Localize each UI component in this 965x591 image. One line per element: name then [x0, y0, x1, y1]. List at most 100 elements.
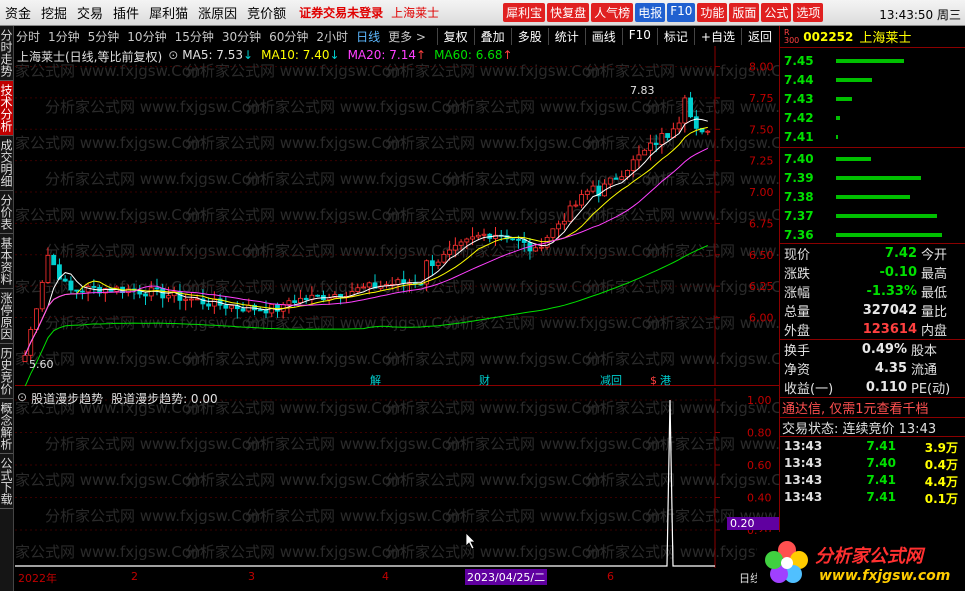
draw-line-button[interactable]: 画线	[584, 27, 622, 45]
event-marker[interactable]: 减回	[600, 374, 622, 386]
indicator-collapse-icon[interactable]: ⊙	[17, 390, 27, 407]
period-daily[interactable]: 日线	[356, 28, 380, 45]
period-30min[interactable]: 30分钟	[222, 28, 261, 45]
ask-level[interactable]: 7.43	[780, 90, 965, 109]
multi-stock-button[interactable]: 多股	[510, 27, 548, 45]
period-1min[interactable]: 1分钟	[48, 28, 80, 45]
function-button[interactable]: 功能	[697, 3, 728, 22]
back-button[interactable]: 返回	[740, 27, 778, 45]
bid-level[interactable]: 7.38	[780, 188, 965, 207]
watermark-text: 分析家公式网 www.fxjgsw.Com	[585, 471, 779, 489]
collapse-icon[interactable]: ⊙	[168, 48, 178, 65]
tab-basic-info[interactable]: 基本资料	[0, 234, 13, 289]
options-button[interactable]: 选项	[793, 3, 824, 22]
period-5min[interactable]: 5分钟	[88, 28, 120, 45]
menu-funds[interactable]: 资金	[0, 3, 36, 22]
ask-level[interactable]: 7.44	[780, 71, 965, 90]
period-15min[interactable]: 15分钟	[175, 28, 214, 45]
overlay-button[interactable]: 叠加	[473, 27, 511, 45]
menu-xilimao[interactable]: 犀利猫	[144, 3, 193, 22]
watermark-text: 分析家公式网 www.fxjgsw.Com	[385, 399, 606, 417]
candle-body	[556, 223, 562, 230]
event-marker[interactable]: $	[650, 374, 657, 386]
ask-level[interactable]: 7.45	[780, 52, 965, 71]
tab-technical[interactable]: 技术分析	[0, 81, 13, 136]
kline-chart[interactable]: 分析家公式网 www.fxjgsw.Com 分析家公式网 www.fxjgsw.C…	[15, 46, 779, 386]
tab-price-table[interactable]: 分价表	[0, 191, 13, 234]
tab-history-auction[interactable]: 历史竞价	[0, 344, 13, 399]
ad-banner[interactable]: 通达信, 仅需1元查看千档	[780, 397, 965, 417]
candle-body	[361, 286, 366, 289]
xilibao-button[interactable]: 犀利宝	[503, 3, 546, 22]
bid-level[interactable]: 7.39	[780, 169, 965, 188]
logo-url: www.fxjgsw.com	[819, 568, 951, 584]
menu-trade[interactable]: 交易	[72, 3, 108, 22]
bid-price: 7.39	[784, 171, 814, 185]
ask-level[interactable]: 7.42	[780, 109, 965, 128]
candle-body	[470, 236, 475, 240]
event-marker[interactable]: 财	[479, 373, 490, 386]
popularity-button[interactable]: 人气榜	[591, 3, 634, 22]
candle-body	[584, 190, 590, 195]
event-markers: 解 财 减回 $ 港	[370, 373, 671, 386]
kline-header: 上海莱士(日线,等比前复权) ⊙ MA5: 7.53 ↓ MA10: 7.40 ↓ …	[17, 48, 513, 65]
candle-body	[516, 239, 521, 241]
tab-formula-download[interactable]: 公式下载	[0, 454, 13, 509]
bid-price: 7.40	[784, 152, 814, 166]
period-more[interactable]: 更多 >	[388, 28, 426, 45]
statistics-button[interactable]: 统计	[547, 27, 585, 45]
period-60min[interactable]: 60分钟	[269, 28, 308, 45]
quote-label: 涨幅	[784, 286, 811, 301]
bid-price: 7.37	[784, 209, 814, 223]
tab-trade-detail[interactable]: 成交明细	[0, 136, 13, 191]
kline-panel[interactable]: 分析家公式网 www.fxjgsw.Com 分析家公式网 www.fxjgsw.C…	[15, 46, 779, 386]
indicator-panel[interactable]: 分析家公式网 www.fxjgsw.Com 分析家公式网 www.fxjgsw.C…	[15, 388, 779, 568]
candle-body	[441, 253, 447, 263]
tick-row: 13:43 7.41 3.9万	[780, 439, 965, 456]
formula-button[interactable]: 公式	[761, 3, 792, 22]
period-intraday[interactable]: 分时	[16, 28, 40, 45]
candle-body	[567, 205, 573, 222]
menu-limit-reason[interactable]: 涨原因	[193, 3, 242, 22]
watermark-text: 分析家公式网 www.fxjgsw.Com	[185, 278, 406, 296]
bid-price: 7.38	[784, 190, 814, 204]
kline-title: 上海莱士(日线,等比前复权)	[17, 50, 163, 64]
period-10min[interactable]: 10分钟	[127, 28, 166, 45]
y-tick-label: 7.00	[749, 186, 774, 199]
candle-body	[298, 297, 303, 303]
xaxis-label-year: 2022年	[18, 572, 57, 585]
menu-auction-amount[interactable]: 竞价额	[242, 3, 291, 22]
toolbar-f10-button[interactable]: F10	[621, 27, 657, 45]
add-watchlist-button[interactable]: +自选	[693, 27, 741, 45]
tab-intraday[interactable]: 分时走势	[0, 26, 13, 81]
bid-volume-bar	[836, 176, 921, 180]
menu-mining[interactable]: 挖掘	[36, 3, 72, 22]
bid-level[interactable]: 7.36	[780, 226, 965, 245]
tab-concept[interactable]: 概念解析	[0, 399, 13, 454]
bid-level[interactable]: 7.37	[780, 207, 965, 226]
quick-review-button[interactable]: 快复盘	[547, 3, 590, 22]
event-marker[interactable]: 解	[370, 373, 381, 386]
tick-time: 13:43	[784, 456, 823, 470]
layout-button[interactable]: 版面	[729, 3, 760, 22]
f10-button[interactable]: F10	[667, 3, 696, 22]
quote-label-2: 今开	[921, 248, 948, 263]
candle-body	[705, 130, 711, 133]
bid-level[interactable]: 7.40	[780, 150, 965, 169]
period-2hour[interactable]: 2小时	[316, 28, 348, 45]
menu-plugins[interactable]: 插件	[108, 3, 144, 22]
login-notice[interactable]: 证券交易未登录	[299, 4, 383, 21]
ask-level[interactable]: 7.41	[780, 128, 965, 147]
telegraph-button[interactable]: 电报	[635, 3, 666, 22]
tick-time: 13:43	[784, 490, 823, 504]
quote-header: R 300 002252 上海莱士	[780, 26, 965, 48]
event-marker[interactable]: 港	[660, 374, 671, 386]
ma60-up-icon: ↑	[502, 48, 513, 62]
watermark-text: 分析家公式网 www.fxjgsw.Com	[245, 170, 466, 188]
ask-price: 7.41	[784, 130, 814, 144]
indicator-chart[interactable]: 分析家公式网 www.fxjgsw.Com 分析家公式网 www.fxjgsw.C…	[15, 388, 779, 568]
candle-body	[659, 133, 665, 145]
mark-button[interactable]: 标记	[656, 27, 694, 45]
adjust-button[interactable]: 复权	[436, 27, 474, 45]
tab-limit-reason[interactable]: 涨停原因	[0, 289, 13, 344]
